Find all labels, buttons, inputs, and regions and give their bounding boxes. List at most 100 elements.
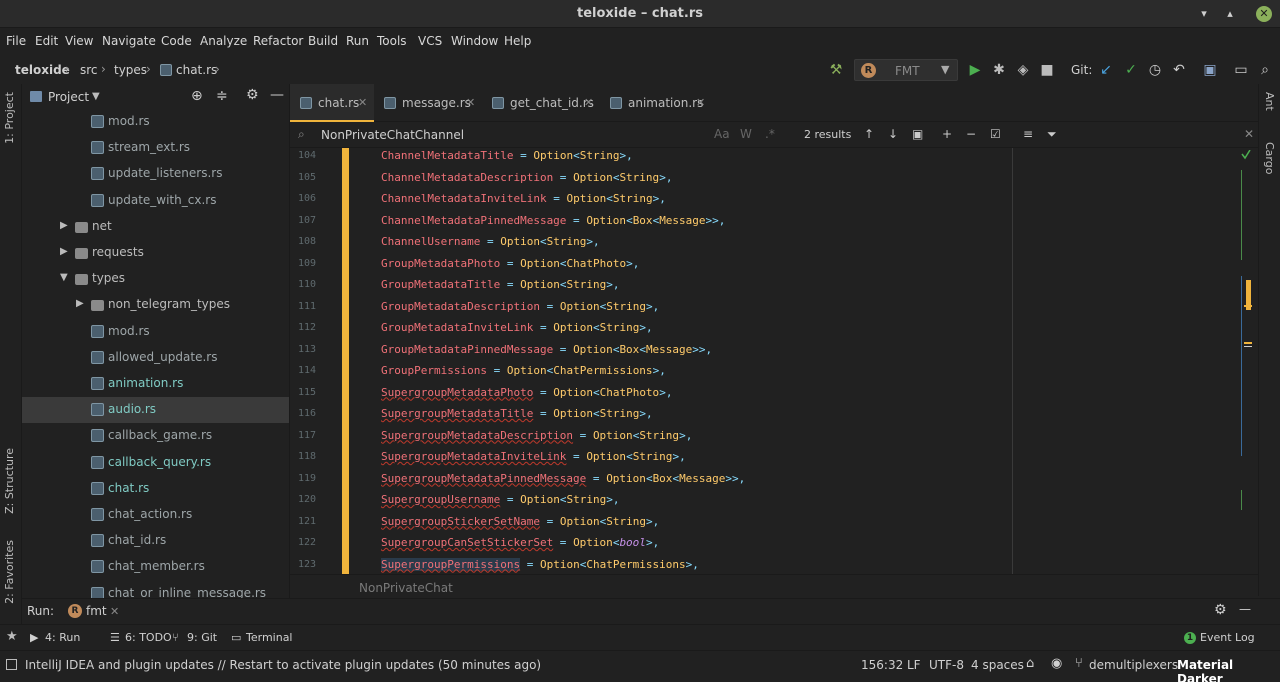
previous-occurrence-icon[interactable]: ↑ <box>864 127 874 141</box>
tool-window-6-todo[interactable]: 6: TODO <box>125 631 172 644</box>
inspection-icon[interactable]: ◉ <box>1051 656 1062 671</box>
regex-toggle-icon[interactable]: .* <box>765 127 775 141</box>
tree-item[interactable]: callback_query.rs <box>22 450 289 476</box>
tree-item[interactable]: ▼ types <box>22 266 289 292</box>
editor-breadcrumb-item[interactable]: NonPrivateChat <box>359 581 453 595</box>
open-in-window-icon[interactable]: ▣ <box>912 127 923 141</box>
tree-item[interactable]: stream_ext.rs <box>22 135 289 161</box>
tree-item[interactable]: allowed_update.rs <box>22 345 289 371</box>
coverage-icon[interactable]: ◈ <box>1014 62 1032 78</box>
tree-item[interactable]: chat_action.rs <box>22 502 289 528</box>
code-line[interactable]: GroupMetadataTitle = Option<String>, <box>381 278 619 291</box>
filter-icon[interactable]: ⏷ <box>1047 127 1057 142</box>
tool-window-9-git[interactable]: 9: Git <box>187 631 217 644</box>
run-configuration-select[interactable]: R FMT ▼ <box>854 59 958 81</box>
maximize-icon[interactable]: ▴ <box>1222 6 1238 22</box>
debug-icon[interactable]: ✱ <box>990 62 1008 78</box>
status-toggle-icon[interactable] <box>6 659 17 670</box>
close-run-tab-icon[interactable]: ✕ <box>110 605 119 618</box>
next-occurrence-icon[interactable]: ↓ <box>888 127 898 141</box>
close-tab-icon[interactable]: ✕ <box>696 96 705 109</box>
code-line[interactable]: GroupMetadataDescription = Option<String… <box>381 300 659 313</box>
code-line[interactable]: SupergroupCanSetStickerSet = Option<bool… <box>381 536 659 549</box>
code-line[interactable]: SupergroupMetadataInviteLink = Option<St… <box>381 450 686 463</box>
add-occurrence-icon[interactable]: + <box>942 127 952 141</box>
menu-item-tools[interactable]: Tools <box>377 34 407 48</box>
tree-item[interactable]: audio.rs <box>22 397 289 424</box>
tab-animation-rs[interactable]: animation.rs ✕ <box>600 84 712 122</box>
code-line[interactable]: SupergroupMetadataPinnedMessage = Option… <box>381 472 745 485</box>
chevron-right-icon[interactable]: ▶ <box>60 220 68 231</box>
tree-item[interactable]: chat_member.rs <box>22 554 289 580</box>
run-icon[interactable]: ▶ <box>966 62 984 78</box>
breadcrumb-project[interactable]: teloxide <box>15 63 70 77</box>
error-stripe[interactable] <box>1238 150 1252 570</box>
menu-item-help[interactable]: Help <box>504 34 531 48</box>
close-tab-icon[interactable]: ✕ <box>584 96 593 109</box>
git-commit-icon[interactable]: ✓ <box>1122 62 1140 78</box>
close-tab-icon[interactable]: ✕ <box>466 96 475 109</box>
tab-chat-rs[interactable]: chat.rs ✕ <box>290 84 374 122</box>
tab-structure[interactable]: Z: Structure <box>3 448 16 514</box>
theme-label[interactable]: Material Darker <box>1177 658 1280 682</box>
tree-item[interactable]: animation.rs <box>22 371 289 397</box>
git-branch-label[interactable]: demultiplexers <box>1089 658 1178 672</box>
line-separator[interactable]: LF <box>907 658 921 672</box>
code-line[interactable]: SupergroupMetadataDescription = Option<S… <box>381 429 692 442</box>
gear-icon[interactable]: ⚙ <box>1214 602 1227 618</box>
indent-setting[interactable]: 4 spaces <box>971 658 1024 672</box>
hide-panel-icon[interactable]: — <box>270 87 284 103</box>
menu-item-vcs[interactable]: VCS <box>418 34 442 48</box>
tree-item[interactable]: ▶ net <box>22 214 289 240</box>
hide-panel-icon[interactable]: — <box>1239 602 1251 616</box>
gear-icon[interactable]: ⚙ <box>246 87 259 103</box>
tree-item[interactable]: mod.rs <box>22 319 289 345</box>
project-panel-title[interactable]: Project <box>48 90 89 104</box>
tab-get_chat_id-rs[interactable]: get_chat_id.rs ✕ <box>482 84 600 122</box>
tree-item[interactable]: chat_id.rs <box>22 528 289 554</box>
build-hammer-icon[interactable]: ⚒ <box>827 62 845 78</box>
chevron-down-icon[interactable]: ▼ <box>92 91 100 102</box>
code-line[interactable]: ChannelMetadataTitle = Option<String>, <box>381 149 633 162</box>
git-branch-icon[interactable]: ⑂ <box>1075 656 1083 671</box>
tree-item[interactable]: ▶ non_telegram_types <box>22 292 289 318</box>
tree-item[interactable]: chat.rs <box>22 476 289 502</box>
select-all-occurrences-icon[interactable]: ☑ <box>990 127 1001 141</box>
code-line[interactable]: ChannelMetadataInviteLink = Option<Strin… <box>381 192 666 205</box>
menu-item-navigate[interactable]: Navigate <box>102 34 156 48</box>
words-toggle[interactable]: W <box>740 127 752 141</box>
tab-project[interactable]: 1: Project <box>3 92 16 144</box>
code-line[interactable]: GroupPermissions = Option<ChatPermission… <box>381 364 666 377</box>
stop-icon[interactable]: ■ <box>1038 62 1056 78</box>
tree-item[interactable]: update_listeners.rs <box>22 161 289 187</box>
breadcrumb-file[interactable]: chat.rs <box>176 63 217 77</box>
menu-item-refactor[interactable]: Refactor <box>253 34 303 48</box>
menu-item-edit[interactable]: Edit <box>35 34 58 48</box>
breadcrumb-src[interactable]: src <box>80 63 98 77</box>
menu-item-build[interactable]: Build <box>308 34 338 48</box>
code-line[interactable]: ChannelMetadataPinnedMessage = Option<Bo… <box>381 214 725 227</box>
tool-window-terminal[interactable]: Terminal <box>246 631 293 644</box>
close-icon[interactable]: ✕ <box>1256 6 1272 22</box>
close-search-icon[interactable]: ✕ <box>1244 127 1254 141</box>
git-update-icon[interactable]: ↙ <box>1097 62 1115 78</box>
lock-icon[interactable]: ⌂ <box>1026 656 1034 671</box>
project-structure-icon[interactable]: ▣ <box>1201 62 1219 78</box>
presentation-icon[interactable]: ▭ <box>1232 62 1250 78</box>
code-line[interactable]: SupergroupPermissions = Option<ChatPermi… <box>381 557 699 571</box>
code-line[interactable]: ChannelUsername = Option<String>, <box>381 235 600 248</box>
chevron-down-icon[interactable]: ▼ <box>60 272 68 283</box>
file-encoding[interactable]: UTF-8 <box>929 658 964 672</box>
tree-item[interactable]: update_with_cx.rs <box>22 188 289 214</box>
tab-message-rs[interactable]: message.rs ✕ <box>374 84 482 122</box>
code-line[interactable]: SupergroupStickerSetName = Option<String… <box>381 515 659 528</box>
tree-item[interactable]: callback_game.rs <box>22 423 289 449</box>
menu-item-analyze[interactable]: Analyze <box>200 34 247 48</box>
code-line[interactable]: GroupMetadataPhoto = Option<ChatPhoto>, <box>381 257 639 270</box>
status-message[interactable]: IntelliJ IDEA and plugin updates // Rest… <box>25 658 541 672</box>
locate-icon[interactable]: ⊕ <box>191 88 203 104</box>
minimize-icon[interactable]: ▾ <box>1196 6 1212 22</box>
code-line[interactable]: GroupMetadataInviteLink = Option<String>… <box>381 321 653 334</box>
menu-item-window[interactable]: Window <box>451 34 498 48</box>
tab-cargo[interactable]: Cargo <box>1263 142 1276 174</box>
